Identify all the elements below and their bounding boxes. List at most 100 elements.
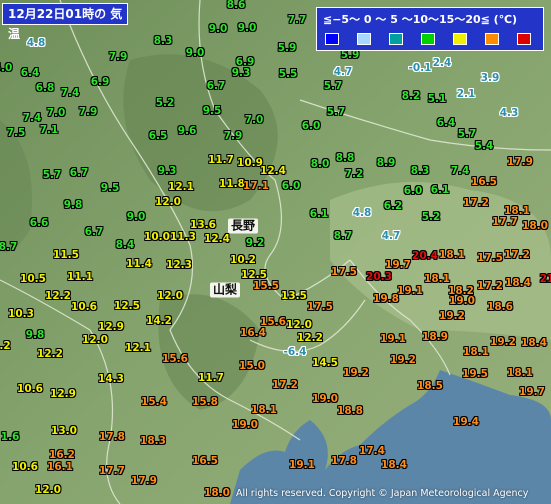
station-temperature: 12.2 <box>37 347 63 360</box>
copyright-notice: All rights reserved. Copyright © Japan M… <box>236 488 529 499</box>
station-temperature: 12.4 <box>260 164 286 177</box>
station-temperature: 19.1 <box>289 458 315 471</box>
station-temperature: 12.0 <box>35 483 61 496</box>
station-temperature: 7.0 <box>244 113 264 126</box>
station-temperature: 9.5 <box>100 181 120 194</box>
station-temperature: 12.5 <box>241 268 267 281</box>
station-temperature: 14.3 <box>98 372 124 385</box>
station-temperature: 11.8 <box>219 177 245 190</box>
legend-swatch-0-5 <box>389 33 403 45</box>
station-temperature: 18.4 <box>381 458 407 471</box>
station-temperature: 10.6 <box>12 460 38 473</box>
prefecture-label-yamanashi: 山梨 <box>209 282 241 298</box>
legend-scale-text: ≦−5〜 0 〜 5 〜10〜15〜20≦ (℃) <box>323 13 518 26</box>
station-temperature: 5.4 <box>474 139 494 152</box>
station-temperature: 13.6 <box>190 218 216 231</box>
legend-swatch-15-20 <box>485 33 499 45</box>
station-temperature: 8.2 <box>401 89 421 102</box>
station-temperature: 7.4 <box>450 164 470 177</box>
station-temperature: 19.2 <box>439 309 465 322</box>
station-temperature: 5.7 <box>457 127 477 140</box>
station-temperature: 19.1 <box>380 332 406 345</box>
station-temperature: 12.0 <box>157 289 183 302</box>
station-temperature: 12.3 <box>166 258 192 271</box>
station-temperature: 8.7 <box>333 229 353 242</box>
station-temperature: 18.0 <box>522 219 548 232</box>
station-temperature: 5.1 <box>427 92 447 105</box>
station-temperature: 5.2 <box>155 96 175 109</box>
map-title: 12月22日01時の 気温 <box>2 3 128 41</box>
station-temperature: 6.9 <box>235 55 255 68</box>
station-temperature: 6.7 <box>69 166 89 179</box>
station-temperature: 10.5 <box>20 272 46 285</box>
station-temperature: 18.1 <box>463 345 489 358</box>
legend-swatch-above-20 <box>517 33 531 45</box>
station-temperature: 6.7 <box>206 79 226 92</box>
prefecture-label-nagano: 長野 <box>227 218 259 234</box>
station-temperature: 5.9 <box>340 48 360 61</box>
station-temperature: 18.4 <box>521 336 547 349</box>
station-temperature: 5.7 <box>42 168 62 181</box>
station-temperature: 19.0 <box>312 392 338 405</box>
station-temperature: 18.3 <box>140 434 166 447</box>
station-temperature: 19.0 <box>449 294 475 307</box>
station-temperature: 8.3 <box>410 164 430 177</box>
legend-swatch-5-10 <box>421 33 435 45</box>
station-temperature: 9.0 <box>237 21 257 34</box>
station-temperature: 17.7 <box>99 464 125 477</box>
temperature-map: 8.6 7.7 4.8 8.3 9.0 9.0 9.0 7.9 5.9 5.5 5.9 9.3 6.9 4… <box>0 0 551 504</box>
station-temperature: 9.6 <box>177 124 197 137</box>
station-temperature: 15.5 <box>253 279 279 292</box>
station-temperature: 4.3 <box>499 106 519 119</box>
station-temperature: 18.1 <box>251 403 277 416</box>
station-temperature: 19.2 <box>343 366 369 379</box>
station-temperature: 5.5 <box>278 67 298 80</box>
station-temperature: 10.2 <box>230 253 256 266</box>
station-temperature: 12.9 <box>50 387 76 400</box>
station-temperature: 11.7 <box>208 153 234 166</box>
station-temperature: 17.2 <box>272 378 298 391</box>
station-temperature: 7.7 <box>287 13 307 26</box>
station-temperature: 7.4 <box>60 86 80 99</box>
station-temperature: 2.4 <box>432 56 452 69</box>
station-temperature: 5.9 <box>277 41 297 54</box>
station-temperature: 18.0 <box>204 486 230 499</box>
station-temperature: 6.8 <box>35 81 55 94</box>
station-temperature: 11.1 <box>67 270 93 283</box>
station-temperature: 12.2 <box>297 331 323 344</box>
station-temperature: 6.0 <box>301 119 321 132</box>
station-temperature: 11.7 <box>198 371 224 384</box>
station-temperature: 18.9 <box>422 330 448 343</box>
station-temperature: 18.1 <box>439 248 465 261</box>
station-temperature: 13.5 <box>281 289 307 302</box>
station-temperature: 16.5 <box>192 454 218 467</box>
station-temperature: 2.1 <box>456 87 476 100</box>
station-temperature: 20.4 <box>412 249 438 262</box>
station-temperature: 8.4 <box>115 238 135 251</box>
station-temperature: 18.1 <box>424 272 450 285</box>
station-temperature: 9.8 <box>63 198 83 211</box>
station-temperature: 11.4 <box>126 257 152 270</box>
station-temperature: 8.6 <box>226 0 246 11</box>
station-temperature: 12.2 <box>45 289 71 302</box>
station-temperature: 9.2 <box>245 236 265 249</box>
station-temperature: 19.2 <box>490 335 516 348</box>
station-temperature: 16.2 <box>49 448 75 461</box>
station-temperature: 17.8 <box>331 454 357 467</box>
station-temperature: 17.2 <box>477 279 503 292</box>
station-temperature: 3.9 <box>480 71 500 84</box>
station-temperature: 5.0 <box>0 61 13 74</box>
station-temperature: 13.0 <box>51 424 77 437</box>
station-temperature: 9.8 <box>25 328 45 341</box>
station-temperature: 7.5 <box>6 126 26 139</box>
station-temperature: 8.7 <box>0 240 18 253</box>
station-temperature: 9.5 <box>202 104 222 117</box>
station-temperature: 11.3 <box>170 230 196 243</box>
station-temperature: 7.1 <box>39 123 59 136</box>
station-temperature: 17.2 <box>504 248 530 261</box>
station-temperature: -6.4 <box>283 345 307 358</box>
station-temperature: 18.1 <box>507 366 533 379</box>
station-temperature: 14.2 <box>146 314 172 327</box>
legend-swatch-minus5-0 <box>357 33 371 45</box>
terrain-background <box>0 0 551 504</box>
